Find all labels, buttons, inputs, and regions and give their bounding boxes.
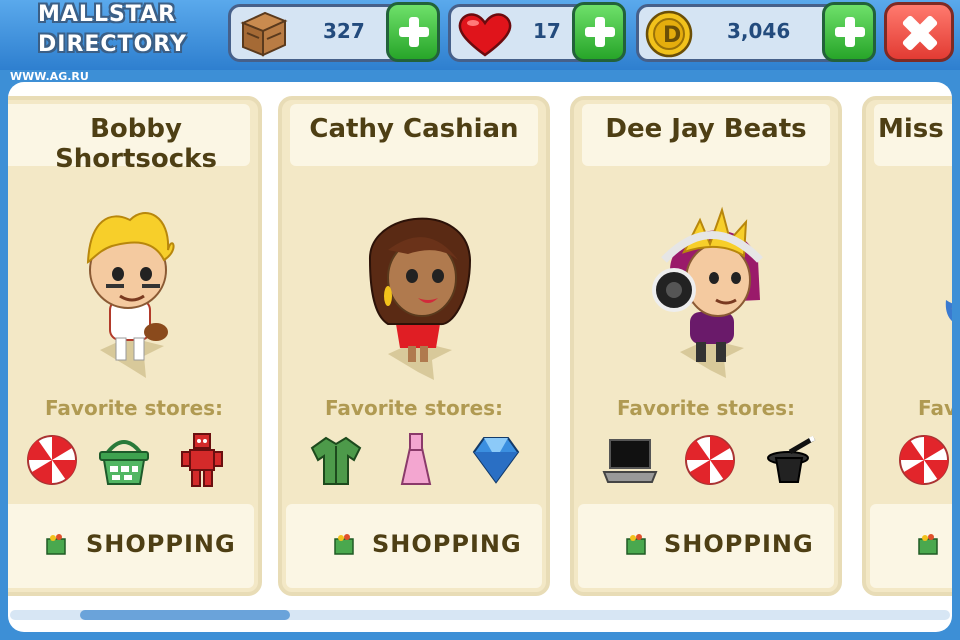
character-list[interactable]: Bobby Shortsocks Favorite stores: SHOPPI… [8, 82, 952, 602]
character-name: Bobby Shortsocks [55, 114, 217, 174]
basket-icon [99, 440, 149, 485]
shopping-label: SHOPPING [372, 530, 522, 558]
character-name: Dee Jay Beats [605, 114, 807, 144]
shopping-button[interactable]: SHOPPING [8, 504, 254, 588]
character-card-miss-p[interactable]: Miss P Fav [862, 96, 952, 596]
coin-icon: D [645, 10, 693, 58]
favorite-stores [574, 430, 838, 490]
robot-icon [181, 433, 223, 487]
character-avatar [86, 212, 175, 378]
favorite-stores [282, 430, 546, 490]
character-card-dee-jay[interactable]: Dee Jay Beats Favorite stores: SHOPPING [570, 96, 842, 596]
candy-icon [27, 435, 77, 485]
shopping-label: SHOPPING [664, 530, 814, 558]
coins-count: 3,046 [727, 19, 791, 43]
favorite-stores [8, 430, 258, 490]
hearts-count: 17 [533, 19, 561, 43]
title-line-1: MALLSTAR [38, 2, 177, 27]
favorite-stores-label: Favorite stores: [44, 396, 224, 420]
shopping-button[interactable]: SHOPPING [286, 504, 542, 588]
title-line-2: DIRECTORY [38, 32, 187, 57]
candy-icon [899, 435, 949, 485]
shopping-bag-icon [626, 534, 646, 555]
coins-stat: D 3,046 [636, 4, 846, 62]
directory-panel: Bobby Shortsocks Favorite stores: SHOPPI… [8, 82, 952, 632]
laptop-icon [602, 439, 658, 483]
svg-text:D: D [663, 23, 681, 48]
scrollbar-thumb[interactable] [80, 610, 290, 620]
add-crates-button[interactable] [386, 2, 440, 62]
character-avatar [368, 217, 472, 380]
character-card-bobby[interactable]: Bobby Shortsocks Favorite stores: SHOPPI… [8, 96, 262, 596]
character-avatar [652, 206, 763, 378]
character-name: Cathy Cashian [309, 114, 519, 144]
crates-count: 327 [323, 19, 365, 43]
crate-icon [240, 11, 288, 57]
favorite-stores-label: Favorite stores: [324, 396, 504, 420]
shopping-bag-icon [46, 534, 66, 555]
character-card-cathy[interactable]: Cathy Cashian Favorite stores: SHOPPING [278, 96, 550, 596]
character-avatar [945, 300, 952, 321]
diamond-icon [472, 437, 520, 484]
heart-icon [458, 13, 512, 57]
favorite-stores-label: Fav [918, 396, 952, 420]
dress-icon [400, 433, 432, 485]
shopping-button[interactable]: SHOPPING [578, 504, 834, 588]
shopping-button[interactable] [870, 504, 952, 588]
favorite-stores-label: Favorite stores: [616, 396, 796, 420]
shopping-bag-icon [918, 534, 938, 555]
add-hearts-button[interactable] [572, 2, 626, 62]
candy-icon [685, 435, 735, 485]
add-coins-button[interactable] [822, 2, 876, 62]
page-title: MALLSTAR DIRECTORY [38, 0, 188, 60]
close-button[interactable] [884, 2, 954, 62]
shirt-icon [310, 436, 362, 485]
magic-hat-icon [767, 435, 816, 483]
shopping-bag-icon [334, 534, 354, 555]
shopping-label: SHOPPING [86, 530, 236, 558]
character-name: Miss P [878, 114, 952, 144]
favorite-stores [866, 430, 952, 490]
